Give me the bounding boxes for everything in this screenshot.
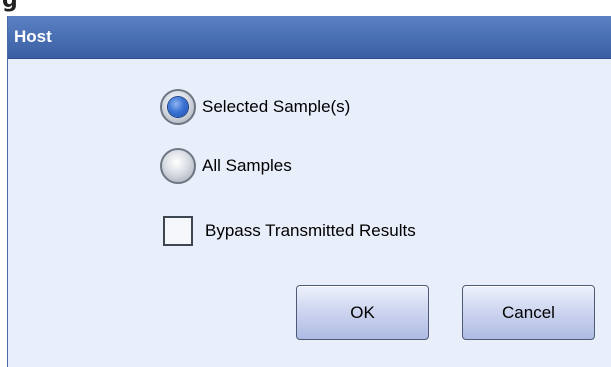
page-top-fragment-text: g [2, 0, 18, 13]
radio-button-selected-samples[interactable] [160, 89, 196, 125]
checkbox-bypass-transmitted-results[interactable]: Bypass Transmitted Results [163, 216, 416, 246]
radio-selected-samples-label[interactable]: Selected Sample(s) [202, 97, 350, 117]
ok-button[interactable]: OK [296, 285, 429, 340]
cancel-button[interactable]: Cancel [462, 285, 595, 340]
radio-all-samples[interactable]: All Samples [160, 148, 292, 184]
page-top-fragment: g [0, 0, 40, 16]
radio-button-all-samples[interactable] [160, 148, 196, 184]
host-dialog: Host Selected Sample(s) All Samples Bypa… [7, 16, 611, 367]
radio-selected-samples[interactable]: Selected Sample(s) [160, 89, 350, 125]
radio-all-samples-label[interactable]: All Samples [202, 156, 292, 176]
dialog-title-bar: Host [8, 16, 611, 59]
bypass-checkbox[interactable] [163, 216, 193, 246]
bypass-checkbox-label[interactable]: Bypass Transmitted Results [205, 221, 416, 241]
radio-selected-dot [168, 97, 188, 117]
dialog-title: Host [14, 27, 52, 46]
